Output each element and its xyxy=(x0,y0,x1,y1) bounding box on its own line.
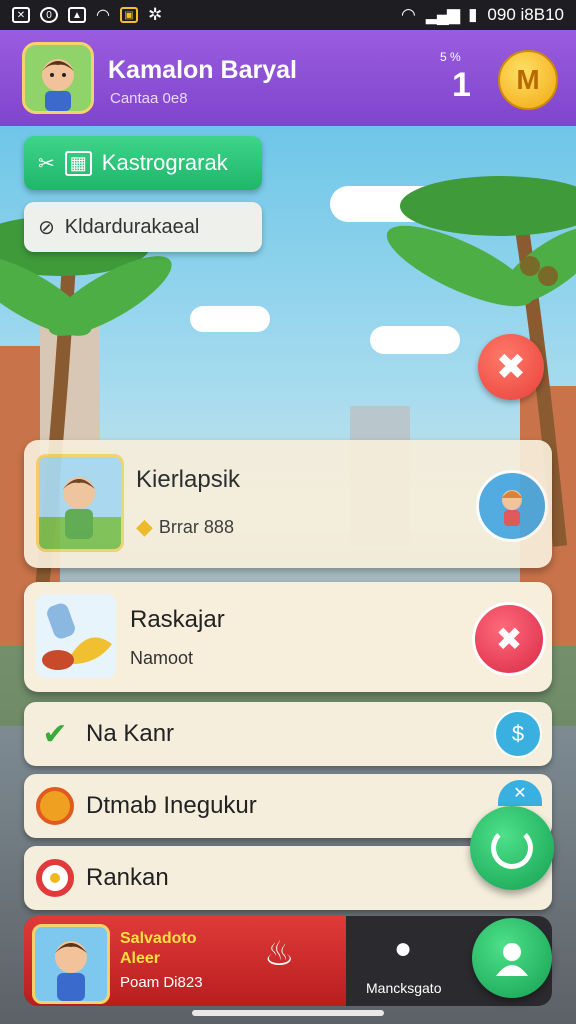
item-card-2[interactable]: Raskajar Namoot ✖ xyxy=(24,582,552,692)
refresh-button[interactable] xyxy=(470,806,554,890)
bottom-title-2: Aleer xyxy=(120,950,161,967)
wifi-signal-icon: ◠ xyxy=(401,5,416,24)
status-right: ◠ ▂▄▆ ▮ 090 i8B10 xyxy=(401,5,564,25)
white-menu-label: Kldardurakaeal xyxy=(64,215,200,238)
row-label: Na Kanr xyxy=(86,720,175,747)
girl-icon xyxy=(502,490,522,526)
diamond-icon: ◆ xyxy=(136,514,153,539)
coin-letter: M xyxy=(516,64,540,95)
green-menu-label: Kastrograrak xyxy=(101,150,228,175)
bottom-avatar xyxy=(32,924,110,1004)
header-bar: Kamalon Baryal Cantaa 0e8 5 % 1 M xyxy=(0,30,576,126)
food-icon xyxy=(42,603,112,670)
bottom-title-1: Salvadoto xyxy=(120,930,197,947)
avatar-boy-icon xyxy=(42,59,74,111)
status-bar: ✕ 0 ▲ ◠ ▣ ✲ ◠ ▂▄▆ ▮ 090 i8B10 xyxy=(0,0,576,30)
bottom-right-label: Mancksgato xyxy=(366,980,442,996)
target-icon xyxy=(36,859,74,897)
player-subtitle: Cantaa 0e8 xyxy=(110,90,188,107)
keyboard-icon: ▦ xyxy=(64,150,92,176)
bomb-icon: ● xyxy=(394,932,413,965)
wifi-icon: ◠ xyxy=(96,7,110,24)
notification-icon: ▣ xyxy=(119,7,138,23)
profile-button[interactable] xyxy=(472,918,552,998)
avatar-boy-icon xyxy=(55,941,87,1001)
card-1-subtitle: Brrar 888 xyxy=(158,516,234,537)
wind-icon: ✲ xyxy=(147,5,163,24)
bottom-profile-panel[interactable]: Salvadoto Aleer Poam Di823 ♨ xyxy=(24,916,346,1006)
box-icon: ▲ xyxy=(68,7,86,23)
player-avatar[interactable] xyxy=(22,42,94,114)
status-time: 090 i8B10 xyxy=(487,5,564,24)
tools-icon: ✂ xyxy=(38,152,55,175)
card-2-remove-button[interactable]: ✖ xyxy=(472,602,546,676)
counter-label: 5 % xyxy=(440,50,461,64)
dollar-icon[interactable]: $ xyxy=(494,710,542,758)
card-1-subtitle-row: ◆ Brrar 888 xyxy=(136,514,234,540)
item-card-1[interactable]: Kierlapsik ◆ Brrar 888 xyxy=(24,440,552,568)
badge-icon[interactable]: ✕ xyxy=(498,780,542,806)
x-icon: ✖ xyxy=(495,621,523,657)
green-menu-button[interactable]: ✂ ▦ Kastrograrak xyxy=(24,136,262,190)
character-icon xyxy=(39,477,121,549)
coin-button[interactable]: M xyxy=(498,50,558,110)
battery-icon: ▮ xyxy=(468,5,478,24)
user-icon xyxy=(496,943,528,976)
white-menu-button[interactable]: ⊖ Kldardurakaeal xyxy=(24,202,262,252)
bottom-sub: Poam Di823 xyxy=(120,974,203,991)
player-name: Kamalon Baryal xyxy=(108,56,297,84)
refresh-icon xyxy=(491,827,533,869)
circle-icon: 0 xyxy=(40,7,58,23)
status-left-icons: ✕ 0 ▲ ◠ ▣ ✲ xyxy=(12,5,162,25)
home-indicator[interactable] xyxy=(192,1010,384,1016)
card-1-thumbnail xyxy=(36,454,124,552)
link-icon: ⊖ xyxy=(33,213,61,242)
card-1-title: Kierlapsik xyxy=(136,466,241,493)
card-1-action-button[interactable] xyxy=(476,470,548,542)
list-item[interactable]: Dtmab Inegukur ✕ xyxy=(24,774,552,838)
close-x-button[interactable]: ✖ xyxy=(478,334,544,400)
leaf-icon: ✔ xyxy=(42,717,68,751)
flame-icon: ♨ xyxy=(264,935,295,973)
x-icon: ✖ xyxy=(495,346,527,387)
card-2-subtitle: Namoot xyxy=(130,648,194,668)
row-label: Dtmab Inegukur xyxy=(86,792,257,819)
x-box-icon: ✕ xyxy=(12,7,30,23)
list-item[interactable]: ✔ Na Kanr $ xyxy=(24,702,552,766)
ring-icon xyxy=(36,787,74,825)
card-2-title: Raskajar xyxy=(130,606,225,633)
counter-value: 1 xyxy=(452,66,471,104)
card-2-thumbnail xyxy=(36,594,116,678)
signal-bars-icon: ▂▄▆ xyxy=(425,5,460,24)
row-label: Rankan xyxy=(86,864,169,891)
